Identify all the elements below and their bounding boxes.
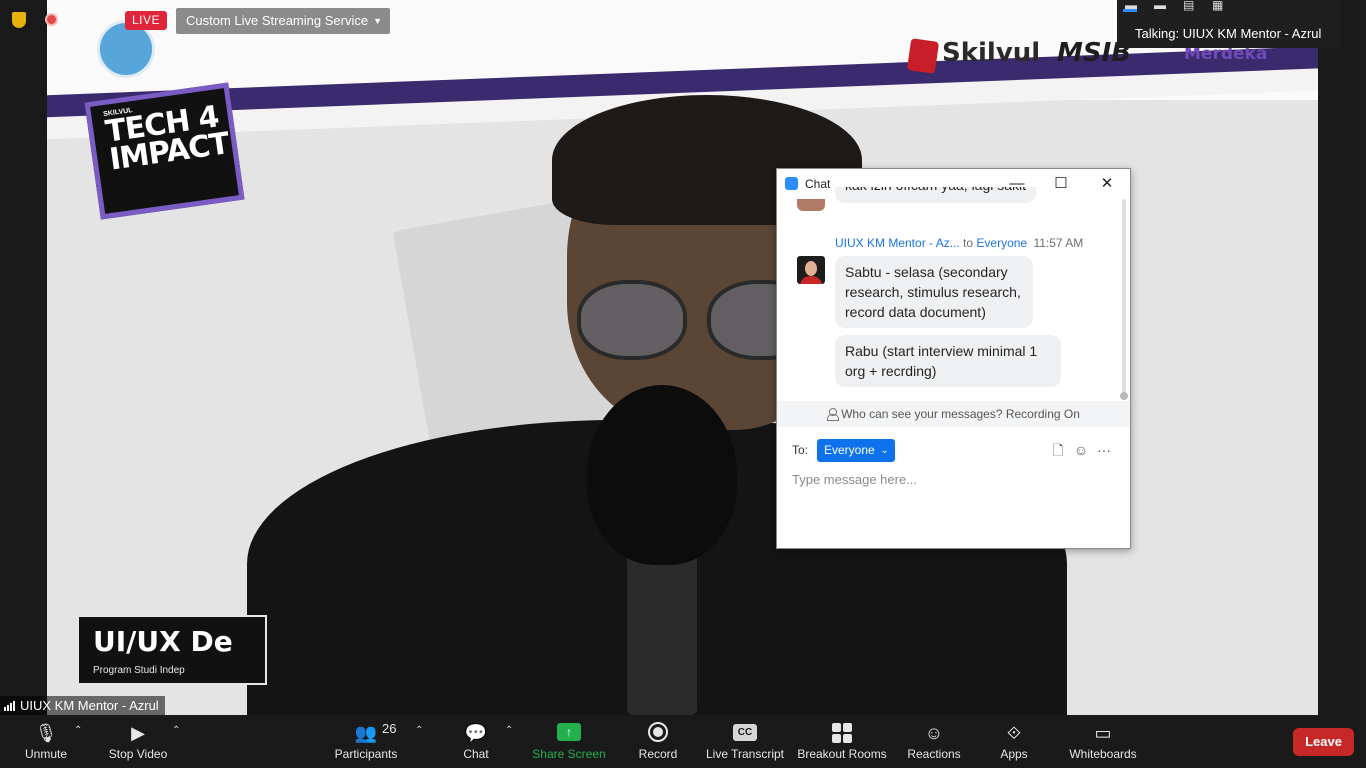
- whiteboard-icon: ▭: [1094, 723, 1112, 743]
- lower-third-title: UI/UX De: [93, 625, 233, 658]
- unmute-label: Unmute: [24, 747, 68, 761]
- to-label: To:: [792, 443, 809, 457]
- participants-options-caret[interactable]: ⌃: [415, 725, 423, 736]
- participants-icon: 👥: [354, 723, 378, 743]
- reactions-button[interactable]: ☺ Reactions: [904, 715, 964, 768]
- close-icon[interactable]: ✕: [1095, 173, 1119, 195]
- gallery-view-icon[interactable]: ▦: [1212, 0, 1225, 11]
- talking-indicator: Talking: UIUX KM Mentor - Azrul: [1135, 26, 1322, 41]
- share-screen-label: Share Screen: [532, 747, 606, 761]
- avatar: [797, 199, 825, 211]
- recipient-dropdown[interactable]: Everyone ⌄: [817, 439, 895, 462]
- live-badge: LIVE: [125, 11, 168, 30]
- participants-button[interactable]: 👥 26 Participants: [330, 715, 402, 768]
- split-view-icon[interactable]: ▤: [1183, 0, 1196, 11]
- chat-window-title: Chat: [805, 177, 831, 191]
- privacy-note[interactable]: Who can see your messages? Recording On: [777, 401, 1130, 427]
- message-input[interactable]: [792, 469, 1112, 489]
- emoji-icon[interactable]: ☺: [1072, 441, 1090, 459]
- apps-label: Apps: [1000, 747, 1028, 761]
- reactions-label: Reactions: [907, 747, 961, 761]
- privacy-note-text: Who can see your messages? Recording On: [841, 407, 1080, 421]
- stop-video-label: Stop Video: [108, 747, 168, 761]
- record-button[interactable]: Record: [632, 715, 684, 768]
- microphone-muted-icon: 🎙: [34, 723, 58, 743]
- apps-icon: ⟐: [1006, 723, 1022, 743]
- leave-button[interactable]: Leave: [1293, 728, 1354, 756]
- share-screen-icon: ↑: [557, 723, 581, 741]
- chevron-down-icon: ⌄: [880, 445, 889, 456]
- participant-name: UIUX KM Mentor - Azrul: [20, 698, 159, 713]
- message-meta: UIUX KM Mentor - Az... to Everyone 11:57…: [835, 236, 1083, 250]
- to-word: to: [963, 236, 974, 250]
- microphone-stand: [627, 545, 697, 715]
- chat-label: Chat: [463, 747, 489, 761]
- record-icon: [648, 722, 668, 742]
- record-dot-icon: [45, 13, 58, 26]
- stream-service-dropdown[interactable]: Custom Live Streaming Service ▼: [176, 8, 391, 34]
- avatar-face: [805, 261, 817, 276]
- recipient-name[interactable]: Everyone: [976, 236, 1027, 250]
- participants-label: Participants: [334, 747, 398, 761]
- caret-down-icon: ▼: [373, 16, 383, 26]
- side-view-icon[interactable]: ▬: [1154, 0, 1167, 11]
- chat-bubble-icon: 💬: [464, 723, 488, 743]
- avatar: [797, 256, 825, 284]
- view-switcher[interactable]: ▬ ▬ ▤ ▦: [1125, 0, 1225, 11]
- chat-window[interactable]: Chat — ☐ ✕ kak izin offcam yaa, lagi sak…: [776, 168, 1131, 549]
- share-screen-button[interactable]: ↑ Share Screen: [530, 715, 608, 768]
- lower-third: UI/UX De Program Studi Indep: [77, 615, 267, 685]
- live-transcript-button[interactable]: CC Live Transcript: [704, 715, 786, 768]
- shield-icon[interactable]: [12, 12, 26, 28]
- microphone: [587, 385, 737, 565]
- recipient-dropdown-label: Everyone: [824, 443, 875, 457]
- skilvul-logo-icon: [906, 38, 940, 74]
- unmute-button[interactable]: 🎙 Unmute: [14, 715, 78, 768]
- live-transcript-label: Live Transcript: [705, 747, 785, 761]
- glasses-left: [577, 280, 687, 360]
- zoom-logo-icon: [785, 177, 798, 190]
- reactions-icon: ☺: [924, 723, 944, 743]
- active-view-indicator: [1123, 9, 1137, 12]
- record-label: Record: [638, 747, 678, 761]
- closed-caption-icon: CC: [733, 724, 757, 741]
- sponsor-skilvul: Skilvul: [942, 38, 1041, 68]
- tech4impact-label: TECH 4 IMPACT: [103, 99, 231, 178]
- meeting-stage: SKILVUL TECH 4 IMPACT Skilvul MSIB Merde…: [0, 0, 1366, 715]
- view-panel: ▬ ▬ ▤ ▦ Talking: UIUX KM Mentor - Azrul: [1117, 0, 1341, 48]
- maximize-icon[interactable]: ☐: [1049, 173, 1073, 195]
- sender-name[interactable]: UIUX KM Mentor - Az...: [835, 236, 960, 250]
- audio-options-caret[interactable]: ⌃: [74, 725, 82, 736]
- apps-button[interactable]: ⟐ Apps: [994, 715, 1034, 768]
- video-options-caret[interactable]: ⌃: [172, 725, 180, 736]
- avatar-shirt: [800, 276, 822, 284]
- video-camera-icon: ▶: [131, 723, 145, 743]
- message-time: 11:57 AM: [1033, 236, 1084, 250]
- whiteboards-label: Whiteboards: [1069, 747, 1137, 761]
- chat-options-caret[interactable]: ⌃: [505, 725, 513, 736]
- lower-third-subtitle: Program Studi Indep: [93, 665, 185, 676]
- chat-scrollbar[interactable]: [1122, 199, 1126, 399]
- breakout-rooms-button[interactable]: Breakout Rooms: [796, 715, 888, 768]
- participant-name-tag: UIUX KM Mentor - Azrul: [0, 696, 165, 715]
- chat-message: Sabtu - selasa (secondary research, stim…: [835, 256, 1033, 328]
- breakout-rooms-icon: [832, 723, 852, 743]
- scroll-handle[interactable]: [1120, 392, 1128, 400]
- tech4impact-logo: SKILVUL TECH 4 IMPACT: [84, 82, 245, 220]
- participants-count: 26: [382, 721, 397, 736]
- meeting-toolbar: 🎙 Unmute ⌃ ▶ Stop Video ⌃ 👥 26 Participa…: [0, 715, 1366, 768]
- stream-service-label: Custom Live Streaming Service: [186, 13, 369, 28]
- chat-button[interactable]: 💬 Chat: [452, 715, 500, 768]
- signal-icon: [4, 701, 15, 711]
- whiteboards-button[interactable]: ▭ Whiteboards: [1066, 715, 1140, 768]
- stop-video-button[interactable]: ▶ Stop Video: [104, 715, 172, 768]
- breakout-rooms-label: Breakout Rooms: [797, 747, 887, 761]
- more-icon[interactable]: ···: [1095, 441, 1113, 459]
- chat-message: Rabu (start interview minimal 1 org + re…: [835, 335, 1061, 387]
- file-icon[interactable]: 🗋: [1049, 441, 1067, 459]
- person-icon: [827, 408, 840, 421]
